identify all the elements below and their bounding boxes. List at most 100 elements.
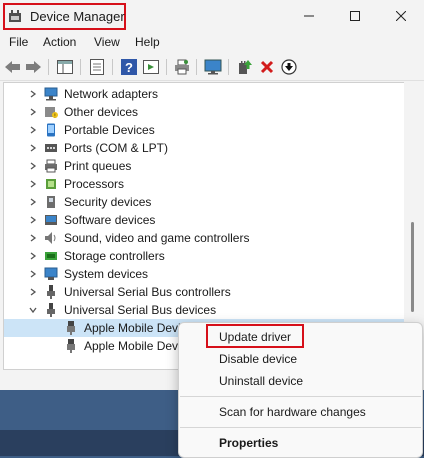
uninstall-toolbar-button[interactable] — [258, 58, 276, 76]
device-manager-app-icon — [9, 10, 21, 22]
update-driver-icon — [239, 60, 252, 74]
processor-icon — [46, 179, 56, 189]
toolbar-divider — [80, 59, 81, 75]
minimize-button[interactable] — [286, 0, 332, 32]
help-toolbar-button[interactable]: ? — [120, 58, 138, 76]
chevron-right-icon[interactable] — [28, 179, 38, 189]
category-row[interactable]: Processors — [4, 175, 404, 193]
chevron-right-icon[interactable] — [28, 287, 38, 297]
close-button[interactable] — [378, 0, 424, 32]
toolbar-divider — [196, 59, 197, 75]
update-driver-toolbar-button[interactable] — [235, 58, 253, 76]
menu-action[interactable]: Action — [43, 35, 76, 49]
category-row[interactable]: ! Other devices — [4, 103, 404, 121]
chevron-right-icon[interactable] — [28, 233, 38, 243]
menu-view[interactable]: View — [94, 35, 120, 49]
menu-file[interactable]: File — [9, 35, 28, 49]
system-devices-icon — [44, 267, 58, 280]
toolbar: ? — [0, 54, 424, 81]
category-row[interactable]: Security devices — [4, 193, 404, 211]
context-menu-divider — [180, 396, 421, 397]
chevron-down-icon[interactable] — [28, 305, 38, 315]
tree-item-label: Apple Mobile Devi — [84, 339, 181, 353]
scrollbar-thumb[interactable] — [411, 222, 414, 312]
svg-text:?: ? — [125, 60, 133, 75]
tree-item-label: Universal Serial Bus controllers — [64, 285, 231, 299]
ports-icon — [45, 144, 57, 152]
printer-icon — [175, 59, 189, 75]
category-row[interactable]: Storage controllers — [4, 247, 404, 265]
chevron-right-icon[interactable] — [28, 161, 38, 171]
category-row[interactable]: Sound, video and game controllers — [4, 229, 404, 247]
menu-uninstall-device[interactable]: Uninstall device — [219, 374, 303, 388]
tree-item-label: Print queues — [64, 159, 132, 173]
forward-button[interactable] — [24, 58, 42, 76]
context-menu: Update driver Disable device Uninstall d… — [178, 322, 423, 458]
category-row[interactable]: Network adapters — [4, 85, 404, 103]
monitor-icon — [204, 59, 222, 75]
storage-controller-icon — [45, 252, 57, 260]
tree-item-label: Processors — [64, 177, 125, 191]
menu-scan-hardware[interactable]: Scan for hardware changes — [219, 405, 366, 419]
console-tree-icon — [57, 60, 73, 74]
category-row[interactable]: Ports (COM & LPT) — [4, 139, 404, 157]
show-hide-tree-button[interactable] — [56, 58, 74, 76]
properties-page-icon — [90, 59, 104, 75]
tree-item-label: Sound, video and game controllers — [64, 231, 250, 245]
category-row[interactable]: Universal Serial Bus controllers — [4, 283, 404, 301]
svg-text:!: ! — [54, 114, 55, 120]
portable-devices-icon — [47, 123, 55, 137]
back-arrow-icon — [5, 61, 20, 73]
toolbar-divider — [166, 59, 167, 75]
tree-item-label: Software devices — [64, 213, 156, 227]
menu-disable-device[interactable]: Disable device — [219, 352, 297, 366]
help-icon: ? — [121, 59, 137, 75]
context-menu-divider — [180, 427, 421, 428]
chevron-right-icon[interactable] — [28, 215, 38, 225]
tree-item-label: Storage controllers — [64, 249, 165, 263]
speaker-icon — [45, 232, 56, 244]
title-bar: Device Manager — [0, 0, 424, 32]
maximize-button[interactable] — [332, 0, 378, 32]
action-pane-button[interactable] — [142, 58, 160, 76]
chevron-right-icon[interactable] — [28, 269, 38, 279]
category-row[interactable]: Software devices — [4, 211, 404, 229]
security-devices-icon — [47, 196, 55, 208]
toolbar-divider — [112, 59, 113, 75]
category-row[interactable]: Universal Serial Bus devices — [4, 301, 404, 319]
other-devices-icon: ! — [45, 107, 58, 120]
menu-properties[interactable]: Properties — [219, 436, 278, 450]
tree-item-label: Portable Devices — [64, 123, 155, 137]
network-adapter-icon — [44, 87, 58, 101]
disable-toolbar-button[interactable] — [280, 58, 298, 76]
chevron-right-icon[interactable] — [28, 197, 38, 207]
category-row[interactable]: Portable Devices — [4, 121, 404, 139]
toolbar-divider — [228, 59, 229, 75]
tree-item-label: Other devices — [64, 105, 139, 119]
menu-help[interactable]: Help — [135, 35, 160, 49]
chevron-right-icon[interactable] — [28, 143, 38, 153]
category-row[interactable]: Print queues — [4, 157, 404, 175]
back-button[interactable] — [4, 58, 22, 76]
down-arrow-circle-icon — [281, 59, 297, 75]
red-x-icon — [260, 60, 274, 74]
usb-icon — [47, 303, 55, 317]
action-pane-icon — [143, 60, 159, 74]
usb-icon — [47, 285, 55, 299]
tree-item-label: System devices — [64, 267, 149, 281]
chevron-right-icon[interactable] — [28, 89, 38, 99]
tree-item-label: Security devices — [64, 195, 152, 209]
scan-hardware-toolbar-button[interactable] — [204, 58, 222, 76]
close-icon — [396, 11, 406, 21]
menu-update-driver[interactable]: Update driver — [219, 330, 291, 344]
properties-toolbar-button[interactable] — [88, 58, 106, 76]
chevron-right-icon[interactable] — [28, 125, 38, 135]
tree-item-label: Apple Mobile Devi — [84, 321, 181, 335]
chevron-right-icon[interactable] — [28, 251, 38, 261]
chevron-right-icon[interactable] — [28, 107, 38, 117]
menu-bar: File Action View Help — [0, 32, 424, 52]
category-row[interactable]: System devices — [4, 265, 404, 283]
printer-icon — [45, 159, 57, 173]
usb-device-icon — [67, 321, 75, 335]
print-toolbar-button[interactable] — [173, 58, 191, 76]
